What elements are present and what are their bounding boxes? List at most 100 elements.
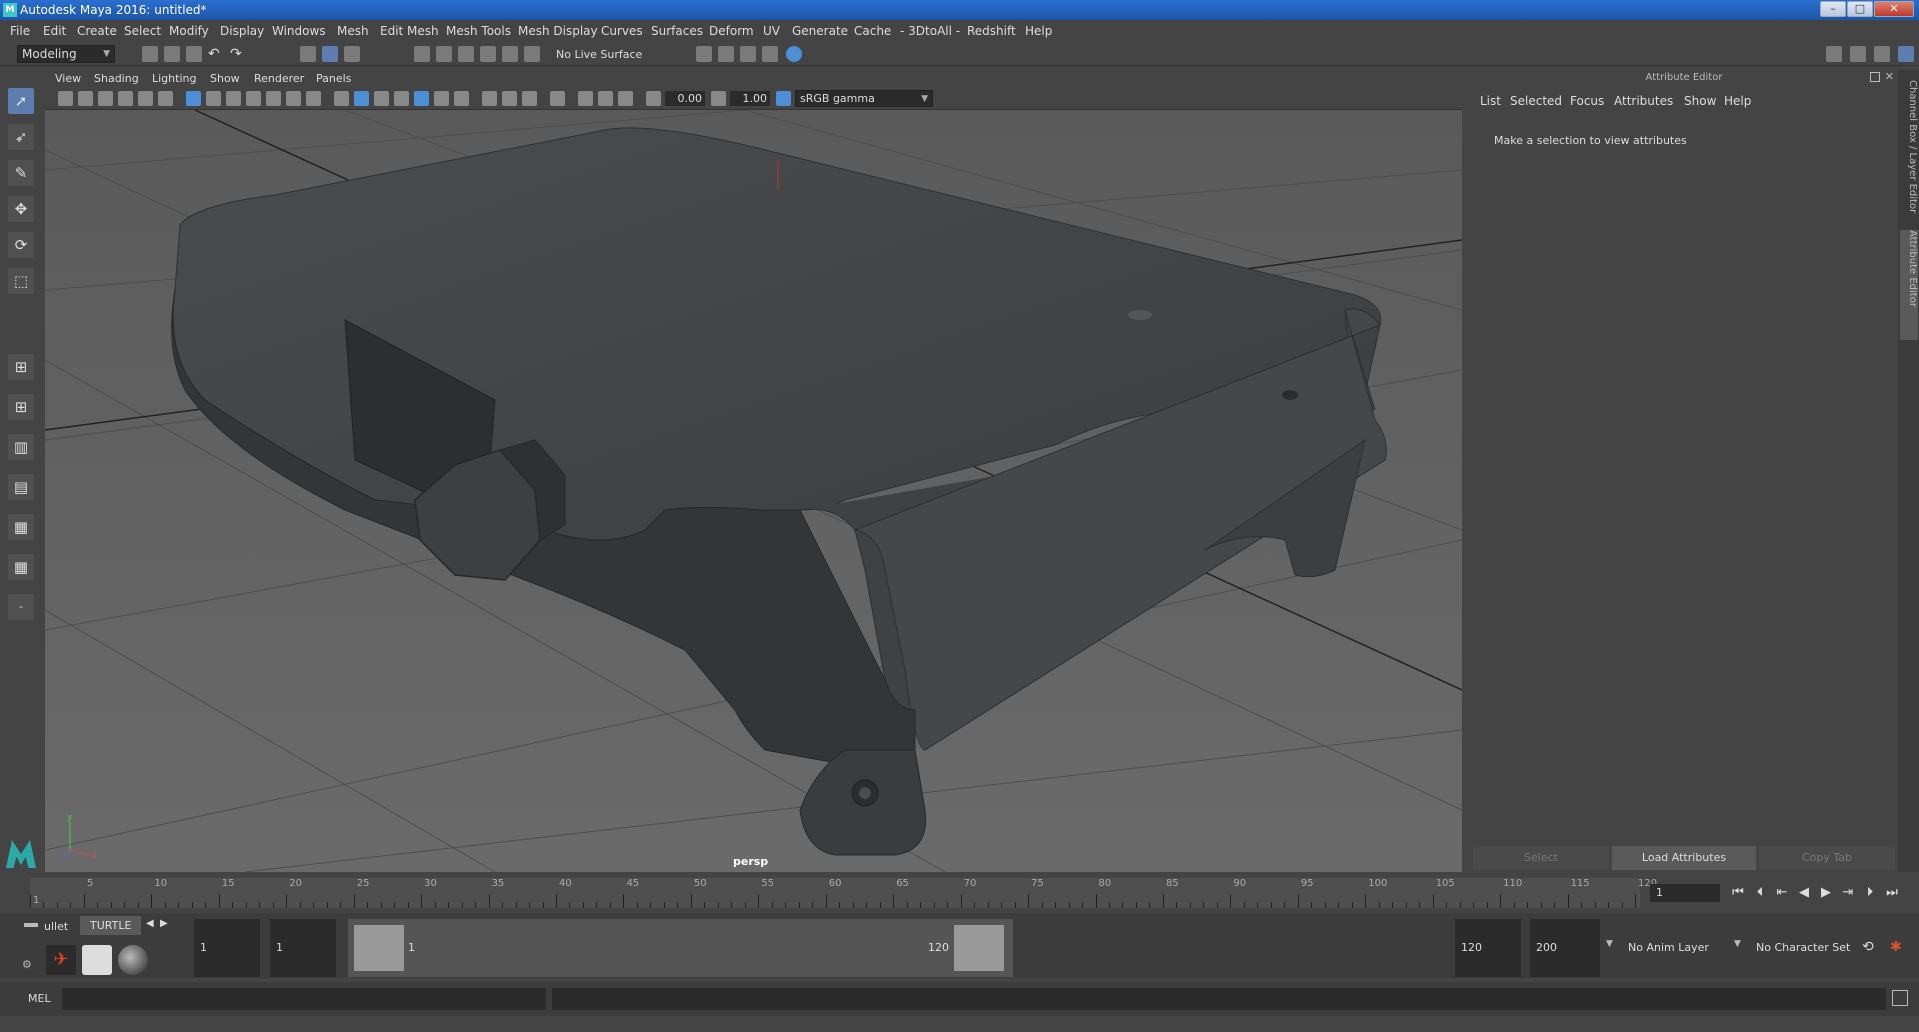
ae-select-button[interactable]: Select [1473, 846, 1609, 870]
go-to-start-icon[interactable]: ⏮ [1730, 885, 1746, 901]
render-view-icon[interactable] [718, 46, 734, 62]
ipr-render-icon[interactable] [762, 46, 778, 62]
isolate-select-icon[interactable] [550, 91, 565, 106]
open-scene-icon[interactable] [164, 46, 180, 62]
current-frame-field[interactable]: 1 [1650, 884, 1720, 902]
range-slider-end-handle[interactable] [954, 925, 1004, 971]
turtle-bake-icon[interactable] [82, 945, 112, 975]
attribute-editor-tab[interactable]: Attribute Editor [1900, 230, 1918, 340]
motion-blur-icon[interactable] [502, 91, 517, 106]
wireframe-on-shaded-icon[interactable] [394, 91, 409, 106]
select-tool-icon[interactable]: ➚ [8, 88, 34, 114]
select-components-icon[interactable] [344, 46, 360, 62]
color-management-icon[interactable] [776, 91, 791, 106]
ae-menu-attributes[interactable]: Attributes [1614, 94, 1673, 108]
ae-menu-help[interactable]: Help [1724, 94, 1751, 108]
chevron-down-icon[interactable]: ▼ [1606, 939, 1613, 949]
smooth-shade-icon[interactable] [354, 91, 369, 106]
field-chart-icon[interactable] [266, 91, 281, 106]
safe-action-icon[interactable] [286, 91, 301, 106]
menu-surfaces[interactable]: Surfaces [651, 24, 703, 38]
hypershade-icon[interactable] [786, 46, 802, 62]
menu-cache[interactable]: Cache [854, 24, 891, 38]
step-forward-icon[interactable]: ⏵ [1862, 885, 1878, 901]
menu-mesh-display[interactable]: Mesh Display [518, 24, 598, 38]
exposure-icon[interactable] [646, 91, 661, 106]
range-slider[interactable]: 1 120 [348, 919, 1013, 977]
single-perspective-layout-icon[interactable]: ⊞ [8, 354, 34, 380]
close-panel-icon[interactable]: ✕ [1885, 70, 1894, 83]
end-time-field[interactable]: 200 [1530, 919, 1600, 977]
menu-create[interactable]: Create [77, 24, 117, 38]
go-to-end-icon[interactable]: ⏭ [1884, 885, 1900, 901]
outliner-icon[interactable] [1850, 46, 1866, 62]
shadows-icon[interactable] [454, 91, 469, 106]
default-material-icon[interactable] [374, 91, 389, 106]
snap-view-plane-icon[interactable] [480, 46, 496, 62]
exposure-field[interactable]: 0.00 [665, 91, 705, 106]
menu-3dtoall[interactable]: - 3DtoAll - [900, 24, 960, 38]
gamma-field[interactable]: 1.00 [730, 91, 770, 106]
menu-select[interactable]: Select [124, 24, 161, 38]
viewport-scene[interactable]: y x [45, 110, 1462, 872]
panel-menu-show[interactable]: Show [210, 72, 240, 85]
menu-deform[interactable]: Deform [709, 24, 754, 38]
script-editor-icon[interactable] [1892, 990, 1908, 1006]
turtle-material-icon[interactable] [118, 945, 148, 975]
scale-tool-icon[interactable]: ⬚ [8, 268, 34, 294]
grease-pencil-icon[interactable] [158, 91, 173, 106]
gate-mask-icon[interactable] [246, 91, 261, 106]
time-slider-track[interactable]: 1 5 10 15 20 25 30 35 40 45 50 55 60 65 70 75 80 85 90 95 10… [30, 878, 1657, 908]
menu-edit-mesh[interactable]: Edit Mesh [380, 24, 439, 38]
menu-modify[interactable]: Modify [169, 24, 209, 38]
select-hierarchy-icon[interactable] [300, 46, 316, 62]
wireframe-icon[interactable] [334, 91, 349, 106]
turtle-render-icon[interactable]: ✈ [46, 945, 76, 975]
menu-mesh[interactable]: Mesh [337, 24, 369, 38]
live-surface-label[interactable]: No Live Surface [556, 48, 642, 61]
play-forwards-icon[interactable]: ▶ [1818, 885, 1834, 901]
mode-dropdown[interactable]: Modeling ▼ [17, 45, 115, 63]
panel-menu-view[interactable]: View [55, 72, 81, 85]
image-plane-icon[interactable] [118, 91, 133, 106]
shelf-prev-icon[interactable]: ◀ [146, 918, 154, 929]
menu-windows[interactable]: Windows [272, 24, 326, 38]
shelf-tab-bullet[interactable]: ullet [44, 920, 68, 933]
snap-point-icon[interactable] [458, 46, 474, 62]
panel-menu-lighting[interactable]: Lighting [152, 72, 196, 85]
gamma-icon[interactable] [711, 91, 726, 106]
menu-generate[interactable]: Generate [792, 24, 848, 38]
panel-menu-shading[interactable]: Shading [94, 72, 139, 85]
ae-menu-selected[interactable]: Selected [1510, 94, 1562, 108]
channel-box-tab[interactable]: Channel Box / Layer Editor [1900, 80, 1918, 220]
hypershade-layout-icon[interactable]: ▦ [8, 554, 34, 580]
step-back-key-icon[interactable]: ⇤ [1774, 885, 1790, 901]
rotate-tool-icon[interactable]: ⟳ [8, 232, 34, 258]
animation-prefs-icon[interactable]: ✱ [1890, 939, 1902, 955]
four-view-layout-icon[interactable]: ⊞ [8, 394, 34, 420]
perspective-viewport[interactable]: y x persp [45, 110, 1462, 872]
chevron-down-icon[interactable]: ▼ [1734, 939, 1741, 949]
two-d-pan-zoom-icon[interactable] [138, 91, 153, 106]
panel-menu-panels[interactable]: Panels [316, 72, 351, 85]
range-slider-start-handle[interactable] [354, 925, 404, 971]
play-backwards-icon[interactable]: ◀ [1796, 885, 1812, 901]
safe-title-icon[interactable] [306, 91, 321, 106]
film-gate-icon[interactable] [206, 91, 221, 106]
textured-icon[interactable] [414, 91, 429, 106]
render-frame-icon[interactable] [740, 46, 756, 62]
collapse-shelf-icon[interactable] [24, 923, 38, 927]
playback-start-field[interactable]: 1 [270, 919, 336, 977]
layout-more-icon[interactable]: - [8, 594, 34, 620]
panel-menu-renderer[interactable]: Renderer [254, 72, 304, 85]
ae-menu-focus[interactable]: Focus [1570, 94, 1604, 108]
xray-icon[interactable] [578, 91, 593, 106]
persp-graph-layout-icon[interactable]: ▤ [8, 474, 34, 500]
ae-load-attributes-button[interactable]: Load Attributes [1612, 846, 1756, 870]
float-panel-icon[interactable] [1870, 72, 1880, 82]
save-scene-icon[interactable] [186, 46, 202, 62]
menu-uv[interactable]: UV [763, 24, 780, 38]
anim-layer-dropdown[interactable]: No Anim Layer [1622, 919, 1722, 977]
shelf-options-icon[interactable]: ⚙ [22, 958, 32, 971]
snap-together-icon[interactable] [524, 46, 540, 62]
